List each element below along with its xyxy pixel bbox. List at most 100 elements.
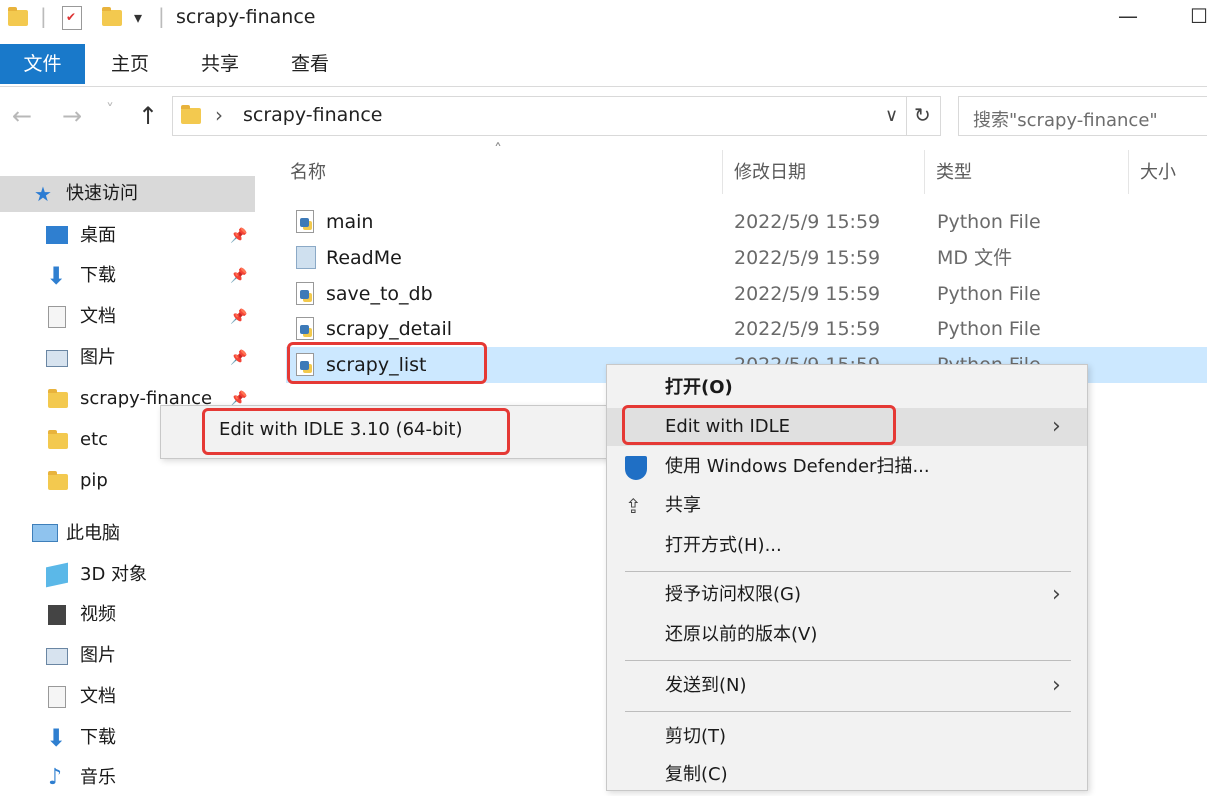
file-name: save_to_db bbox=[326, 283, 433, 305]
highlight-box-submenu bbox=[202, 408, 510, 455]
up-icon[interactable]: ↑ bbox=[138, 102, 158, 130]
file-type: Python File bbox=[937, 283, 1041, 305]
sidebar-item-pc-downloads[interactable]: ⬇ 下载 bbox=[0, 720, 255, 756]
window-title: scrapy-finance bbox=[176, 6, 316, 28]
document-icon bbox=[48, 686, 66, 708]
sidebar-item-downloads[interactable]: ⬇ 下载 📌 bbox=[0, 258, 255, 294]
search-input[interactable]: 搜索"scrapy-finance" bbox=[958, 96, 1207, 136]
download-icon: ⬇ bbox=[46, 262, 67, 290]
sidebar-item-desktop[interactable]: 桌面 📌 bbox=[0, 218, 255, 254]
sidebar-item-videos[interactable]: 视频 bbox=[0, 597, 255, 633]
file-type: Python File bbox=[937, 318, 1041, 340]
menu-item-open[interactable]: 打开(O) bbox=[607, 369, 1087, 407]
sidebar-item-label: pip bbox=[80, 470, 108, 491]
breadcrumb-folder[interactable]: scrapy-finance bbox=[243, 104, 382, 126]
sidebar-item-pip[interactable]: pip bbox=[0, 463, 255, 499]
menu-item-cut[interactable]: 剪切(T) bbox=[607, 718, 1087, 756]
folder-icon bbox=[8, 7, 28, 26]
star-icon: ★ bbox=[34, 182, 52, 206]
forward-icon[interactable]: → bbox=[62, 102, 82, 130]
desktop-icon bbox=[46, 226, 68, 244]
tab-view[interactable]: 查看 bbox=[280, 44, 340, 84]
sidebar-item-this-pc[interactable]: 此电脑 bbox=[0, 516, 255, 552]
column-header-name[interactable]: 名称 bbox=[290, 158, 326, 184]
menu-item-share[interactable]: ⇪ 共享 bbox=[607, 487, 1087, 525]
menu-item-open-with[interactable]: 打开方式(H)... bbox=[607, 527, 1087, 565]
tab-home[interactable]: 主页 bbox=[100, 44, 160, 84]
address-dropdown-icon[interactable]: ∨ bbox=[885, 105, 898, 126]
sidebar-item-label: 视频 bbox=[80, 604, 116, 625]
pictures-icon bbox=[46, 350, 68, 367]
ribbon-divider bbox=[0, 86, 1207, 87]
navigation-bar: ← → ˅ ↑ › scrapy-finance ∨ ↻ 搜索"scrapy-f… bbox=[0, 96, 1207, 140]
column-divider[interactable] bbox=[1128, 150, 1129, 194]
sidebar-item-quick-access[interactable]: ★ 快速访问 bbox=[0, 176, 255, 212]
sidebar-item-pc-documents[interactable]: 文档 bbox=[0, 679, 255, 715]
file-date: 2022/5/9 15:59 bbox=[734, 283, 881, 305]
file-name: main bbox=[326, 211, 374, 233]
qat-dropdown-icon[interactable]: ▾ bbox=[134, 8, 142, 27]
file-row-readme[interactable]: ReadMe 2022/5/9 15:59 MD 文件 bbox=[286, 240, 1207, 276]
menu-separator bbox=[625, 660, 1071, 661]
menu-separator bbox=[625, 571, 1071, 572]
pin-icon[interactable]: 📌 bbox=[230, 218, 247, 254]
ribbon-tabs: 文件 主页 共享 查看 bbox=[0, 44, 1207, 86]
menu-item-restore-versions[interactable]: 还原以前的版本(V) bbox=[607, 616, 1087, 654]
python-file-icon bbox=[296, 282, 314, 305]
minimize-button[interactable]: — bbox=[1118, 4, 1138, 28]
sidebar-item-3d-objects[interactable]: 3D 对象 bbox=[0, 557, 255, 593]
sidebar-item-documents[interactable]: 文档 📌 bbox=[0, 299, 255, 335]
menu-item-send-to[interactable]: 发送到(N) › bbox=[607, 667, 1087, 705]
sidebar-item-pictures[interactable]: 图片 📌 bbox=[0, 340, 255, 376]
download-icon: ⬇ bbox=[46, 724, 67, 752]
address-bar[interactable]: › scrapy-finance ∨ bbox=[172, 96, 907, 136]
sidebar-item-music[interactable]: ♪ 音乐 bbox=[0, 760, 255, 796]
breadcrumb-separator-icon[interactable]: › bbox=[215, 103, 223, 127]
file-date: 2022/5/9 15:59 bbox=[734, 211, 881, 233]
sort-ascending-icon: ˄ bbox=[494, 140, 502, 159]
column-divider[interactable] bbox=[722, 150, 723, 194]
folder-icon bbox=[48, 430, 68, 449]
recent-locations-icon[interactable]: ˅ bbox=[106, 100, 114, 119]
column-header-modified[interactable]: 修改日期 bbox=[734, 158, 806, 184]
sidebar-item-label: 图片 bbox=[80, 645, 116, 666]
pin-icon[interactable]: 📌 bbox=[230, 340, 247, 376]
title-separator: | bbox=[158, 4, 165, 28]
sidebar-item-label: 此电脑 bbox=[66, 523, 120, 544]
column-header-type[interactable]: 类型 bbox=[936, 158, 972, 184]
search-placeholder: 搜索"scrapy-finance" bbox=[973, 110, 1158, 131]
refresh-button[interactable]: ↻ bbox=[907, 96, 941, 136]
text-file-icon bbox=[296, 246, 316, 269]
column-divider[interactable] bbox=[924, 150, 925, 194]
sidebar-item-label: 图片 bbox=[80, 347, 116, 368]
python-file-icon bbox=[296, 317, 314, 340]
menu-item-label: 还原以前的版本(V) bbox=[665, 624, 818, 645]
menu-item-label: 共享 bbox=[665, 495, 701, 516]
sidebar-item-label: 文档 bbox=[80, 306, 116, 327]
menu-item-defender-scan[interactable]: 使用 Windows Defender扫描... bbox=[607, 448, 1087, 486]
tab-file[interactable]: 文件 bbox=[0, 44, 85, 84]
sidebar-item-pc-pictures[interactable]: 图片 bbox=[0, 638, 255, 674]
video-icon bbox=[48, 605, 66, 625]
highlight-box-file bbox=[287, 342, 487, 384]
menu-item-grant-access[interactable]: 授予访问权限(G) › bbox=[607, 576, 1087, 614]
file-row-main[interactable]: main 2022/5/9 15:59 Python File bbox=[286, 204, 1207, 240]
sidebar-item-label: 音乐 bbox=[80, 767, 116, 788]
sidebar-item-label: 桌面 bbox=[80, 225, 116, 246]
properties-icon[interactable]: ✔ bbox=[62, 6, 82, 30]
shield-icon bbox=[625, 456, 647, 480]
tab-share[interactable]: 共享 bbox=[190, 44, 250, 84]
document-icon bbox=[48, 306, 66, 328]
pin-icon[interactable]: 📌 bbox=[230, 258, 247, 294]
chevron-right-icon: › bbox=[1052, 582, 1061, 607]
column-header-size[interactable]: 大小 bbox=[1140, 158, 1176, 184]
pin-icon[interactable]: 📌 bbox=[230, 299, 247, 335]
file-row-save-to-db[interactable]: save_to_db 2022/5/9 15:59 Python File bbox=[286, 276, 1207, 312]
file-type: Python File bbox=[937, 211, 1041, 233]
maximize-button[interactable]: ☐ bbox=[1190, 4, 1207, 28]
menu-item-label: 使用 Windows Defender扫描... bbox=[665, 456, 930, 477]
back-icon[interactable]: ← bbox=[12, 102, 32, 130]
menu-item-copy[interactable]: 复制(C) bbox=[607, 756, 1087, 794]
new-folder-icon[interactable] bbox=[102, 7, 122, 26]
sidebar-item-label: 快速访问 bbox=[66, 183, 138, 204]
